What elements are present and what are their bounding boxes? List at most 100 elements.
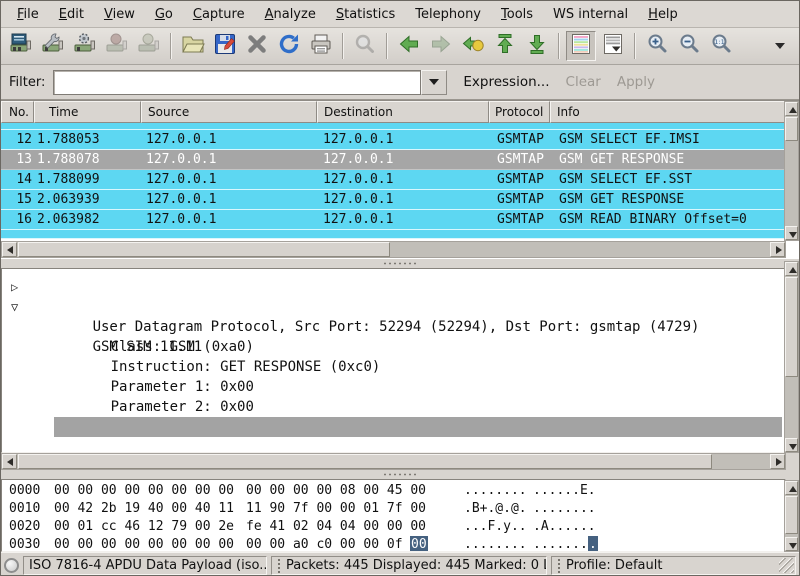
scroll-down-button[interactable] bbox=[785, 438, 798, 452]
detail-line-status-word[interactable]: Status Word: Normal ending of command wi… bbox=[2, 437, 785, 453]
detail-line-parameter1[interactable]: Parameter 1: 0x00 bbox=[2, 357, 785, 377]
menu-help[interactable]: Help bbox=[638, 3, 688, 26]
capture-stop-button[interactable] bbox=[102, 31, 132, 61]
detail-line-ip-partial[interactable]: Internet Protocol, Src: 127.0.0.1 (127.0… bbox=[2, 269, 785, 277]
close-file-button[interactable] bbox=[242, 31, 272, 61]
go-back-button[interactable] bbox=[394, 31, 424, 61]
ascii-bytes[interactable]: .B+.@.@. bbox=[464, 500, 527, 518]
scroll-thumb[interactable] bbox=[18, 242, 390, 257]
scroll-up-button[interactable] bbox=[785, 481, 798, 495]
filter-history-dropdown[interactable] bbox=[421, 70, 447, 95]
print-button[interactable] bbox=[306, 31, 336, 61]
reload-button[interactable] bbox=[274, 31, 304, 61]
ascii-bytes[interactable]: ....... bbox=[533, 536, 588, 552]
go-to-bottom-button[interactable] bbox=[522, 31, 552, 61]
column-header-source[interactable]: Source bbox=[141, 101, 317, 123]
go-to-top-button[interactable] bbox=[490, 31, 520, 61]
zoom-actual-size-button[interactable]: 1:1 bbox=[706, 31, 736, 61]
filter-input[interactable] bbox=[53, 70, 421, 95]
pane-splitter[interactable] bbox=[1, 470, 799, 479]
hex-row-0000[interactable]: 0000 00 00 00 00 00 00 00 00 00 00 00 00… bbox=[2, 482, 785, 500]
details-vscrollbar[interactable] bbox=[784, 261, 799, 453]
packet-list-vscrollbar[interactable] bbox=[784, 101, 799, 241]
hex-row-0020[interactable]: 0020 00 01 cc 46 12 79 00 2e fe 41 02 04… bbox=[2, 518, 785, 536]
packet-row-17-partial[interactable] bbox=[1, 230, 786, 239]
ascii-bytes[interactable]: ........ bbox=[464, 536, 527, 552]
column-header-info[interactable]: Info bbox=[550, 101, 786, 123]
find-packet-button[interactable] bbox=[350, 31, 380, 61]
menu-tools[interactable]: Tools bbox=[491, 3, 543, 26]
scroll-down-button[interactable] bbox=[785, 226, 798, 240]
ascii-bytes[interactable]: .A...... bbox=[533, 518, 596, 536]
open-file-button[interactable] bbox=[178, 31, 208, 61]
capture-restart-button[interactable] bbox=[134, 31, 164, 61]
zoom-in-button[interactable] bbox=[642, 31, 672, 61]
hex-bytes[interactable]: 00 01 cc 46 12 79 00 2e bbox=[54, 518, 234, 536]
ascii-byte-selected[interactable]: . bbox=[588, 536, 598, 552]
scroll-thumb[interactable] bbox=[785, 117, 798, 141]
scroll-down-button[interactable] bbox=[785, 537, 798, 551]
scroll-up-button[interactable] bbox=[785, 102, 798, 116]
save-file-button[interactable] bbox=[210, 31, 240, 61]
menu-ws-internal[interactable]: WS internal bbox=[543, 3, 638, 26]
packet-row-16[interactable]: 16 2.063982 127.0.0.1 127.0.0.1 GSMTAP G… bbox=[1, 210, 786, 230]
menu-edit[interactable]: Edit bbox=[49, 3, 94, 26]
hex-row-0030[interactable]: 0030 00 00 00 00 00 00 00 00 00 00 a0 c0… bbox=[2, 536, 785, 552]
capture-options-button[interactable] bbox=[38, 31, 68, 61]
packet-row-15[interactable]: 15 2.063939 127.0.0.1 127.0.0.1 GSMTAP G… bbox=[1, 190, 786, 210]
expander-expanded-icon[interactable] bbox=[11, 297, 18, 317]
clear-button[interactable]: Clear bbox=[566, 74, 601, 90]
menu-go[interactable]: Go bbox=[145, 3, 183, 26]
scroll-thumb[interactable] bbox=[785, 496, 798, 534]
column-header-no[interactable]: No. bbox=[1, 101, 34, 123]
menu-telephony[interactable]: Telephony bbox=[405, 3, 491, 26]
expression-button[interactable]: Expression... bbox=[463, 74, 549, 90]
capture-start-button[interactable] bbox=[70, 31, 100, 61]
apply-button[interactable]: Apply bbox=[617, 74, 655, 90]
packet-row-14[interactable]: 14 1.788099 127.0.0.1 127.0.0.1 GSMTAP G… bbox=[1, 170, 786, 190]
menu-capture[interactable]: Capture bbox=[183, 3, 255, 26]
detail-line-parameter2[interactable]: Parameter 2: 0x00 bbox=[2, 377, 785, 397]
detail-line-udp[interactable]: User Datagram Protocol, Src Port: 52294 … bbox=[2, 277, 785, 297]
column-header-destination[interactable]: Destination bbox=[317, 101, 489, 123]
column-header-time[interactable]: Time bbox=[34, 101, 141, 123]
detail-line-class[interactable]: Class: GSM (0xa0) bbox=[2, 317, 785, 337]
auto-scroll-button[interactable] bbox=[598, 31, 628, 61]
details-hscrollbar[interactable] bbox=[1, 453, 786, 470]
menu-analyze[interactable]: Analyze bbox=[255, 3, 326, 26]
packet-row-12[interactable]: 12 1.788053 127.0.0.1 127.0.0.1 GSMTAP G… bbox=[1, 130, 786, 150]
hex-bytes[interactable]: 00 00 a0 c0 00 00 0f bbox=[246, 536, 403, 552]
packet-row-11-partial[interactable]: 11 1.787851 127.0.0.1 127.0.0.1 GSMTAP G… bbox=[1, 123, 786, 130]
scroll-thumb[interactable] bbox=[785, 277, 798, 377]
column-header-protocol[interactable]: Protocol bbox=[489, 101, 550, 123]
scroll-left-button[interactable] bbox=[2, 454, 17, 469]
hex-byte-selected[interactable]: 00 bbox=[410, 536, 428, 552]
scroll-up-button[interactable] bbox=[785, 262, 798, 276]
hex-bytes[interactable]: 00 00 00 00 00 00 00 00 bbox=[54, 482, 234, 500]
ascii-bytes[interactable]: ........ bbox=[533, 500, 596, 518]
detail-line-length[interactable]: Length (Parameter 3): 0x0f bbox=[2, 397, 785, 417]
hex-bytes[interactable]: fe 41 02 04 04 00 00 00 bbox=[246, 518, 426, 536]
expert-info-icon[interactable] bbox=[4, 558, 19, 573]
ascii-bytes[interactable]: ...F.y.. bbox=[464, 518, 527, 536]
zoom-out-button[interactable] bbox=[674, 31, 704, 61]
scroll-right-button[interactable] bbox=[770, 242, 785, 257]
go-to-packet-button[interactable] bbox=[458, 31, 488, 61]
ascii-bytes[interactable]: ......E. bbox=[533, 482, 596, 500]
go-forward-button[interactable] bbox=[426, 31, 456, 61]
expander-collapsed-icon[interactable] bbox=[11, 277, 18, 297]
pane-splitter[interactable] bbox=[1, 259, 799, 268]
menu-file[interactable]: File bbox=[7, 3, 49, 26]
resize-grip[interactable] bbox=[779, 558, 794, 573]
detail-line-gsm-sim[interactable]: GSM SIM 11.11 bbox=[2, 297, 785, 317]
hex-vscrollbar[interactable] bbox=[784, 480, 799, 552]
scroll-thumb[interactable] bbox=[18, 454, 712, 469]
list-interfaces-button[interactable] bbox=[6, 31, 36, 61]
toolbar-overflow-caret[interactable] bbox=[775, 43, 785, 49]
hex-bytes[interactable]: 00 00 00 00 08 00 45 00 bbox=[246, 482, 426, 500]
hex-bytes[interactable]: 00 42 2b 19 40 00 40 11 bbox=[54, 500, 234, 518]
detail-line-instruction[interactable]: Instruction: GET RESPONSE (0xc0) bbox=[2, 337, 785, 357]
scroll-left-button[interactable] bbox=[2, 242, 17, 257]
colorize-button[interactable] bbox=[566, 31, 596, 61]
detail-line-apdu-payload-selected[interactable]: APDU Payload: 000000096f0704001500150102… bbox=[2, 417, 785, 437]
